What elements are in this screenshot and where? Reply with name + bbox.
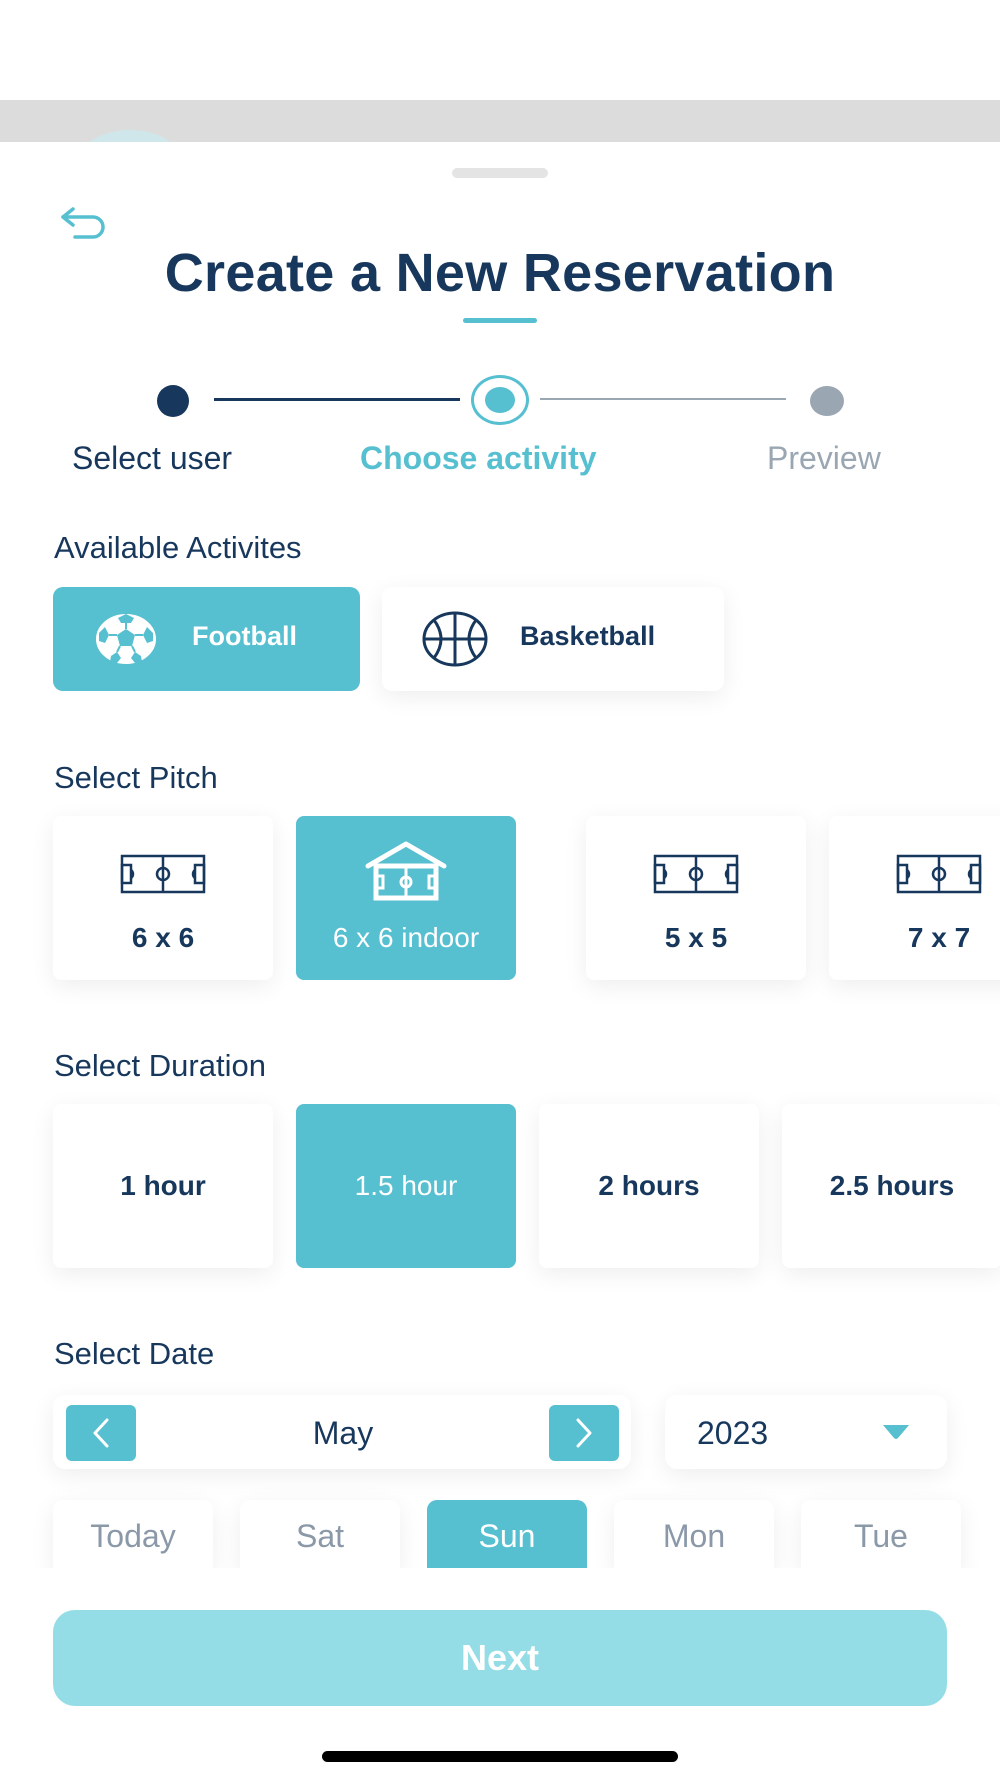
day-label: Today [90, 1517, 176, 1554]
stepper-line-upcoming [540, 398, 786, 400]
day-label: Sun [478, 1517, 536, 1554]
step-dot-preview[interactable] [810, 386, 844, 416]
step-label-select-user[interactable]: Select user [72, 440, 232, 477]
duration-option-2-hours[interactable]: 2 hours [539, 1104, 759, 1268]
duration-option-1-5-hour[interactable]: 1.5 hour [296, 1104, 516, 1268]
duration-label: 1 hour [120, 1170, 206, 1201]
year-label: 2023 [697, 1415, 769, 1451]
pitch-option-6x6-indoor[interactable]: 6 x 6 indoor [296, 816, 516, 980]
day-label: Mon [662, 1517, 726, 1554]
duration-label: 2.5 hours [829, 1170, 955, 1201]
pitch-label: 6 x 6 [131, 922, 195, 953]
indoor-pitch-icon [365, 841, 447, 901]
activity-label: Basketball [520, 621, 656, 651]
day-label: Tue [854, 1517, 908, 1554]
step-label-preview[interactable]: Preview [767, 440, 881, 477]
pitch-option-7x7[interactable]: 7 x 7 [829, 816, 1000, 980]
pitch-icon [653, 854, 739, 894]
duration-section-title: Select Duration [54, 1048, 266, 1083]
duration-label: 1.5 hour [354, 1170, 458, 1201]
home-indicator [322, 1751, 678, 1762]
chevron-left-icon [93, 1418, 109, 1448]
pitch-option-5x5[interactable]: 5 x 5 [586, 816, 806, 980]
duration-option-2-5-hours[interactable]: 2.5 hours [782, 1104, 1000, 1268]
stepper-line-completed [214, 398, 460, 401]
caret-down-icon [883, 1425, 909, 1439]
next-month-button[interactable] [549, 1405, 619, 1461]
month-selector: May [53, 1395, 631, 1469]
basketball-icon [422, 611, 488, 667]
next-button-label: Next [460, 1637, 540, 1678]
step-label-choose-activity[interactable]: Choose activity [360, 440, 597, 477]
background-view [0, 100, 1000, 145]
pitch-label: 7 x 7 [907, 922, 971, 953]
duration-option-1-hour[interactable]: 1 hour [53, 1104, 273, 1268]
back-button[interactable] [56, 200, 112, 246]
previous-month-button[interactable] [66, 1405, 136, 1461]
duration-label: 2 hours [598, 1170, 700, 1201]
page-title: Create a New Reservation [164, 243, 836, 303]
day-option-mon[interactable]: Mon [614, 1500, 774, 1572]
bottom-sheet: Create a New Reservation Select user Cho… [0, 142, 1000, 1778]
activity-football-button[interactable]: Football [53, 587, 360, 691]
year-dropdown[interactable]: 2023 [665, 1395, 947, 1469]
step-dot-select-user[interactable] [157, 385, 189, 417]
step-dot-current-fill [485, 387, 515, 413]
day-option-sun[interactable]: Sun [427, 1500, 587, 1572]
next-button[interactable]: Next [53, 1610, 947, 1706]
day-option-tue[interactable]: Tue [801, 1500, 961, 1572]
activities-section-title: Available Activites [54, 530, 302, 565]
day-label: Sat [295, 1517, 345, 1554]
title-underline [463, 318, 537, 323]
activity-label: Football [192, 621, 297, 651]
pitch-label: 6 x 6 indoor [332, 922, 480, 953]
activity-basketball-button[interactable]: Basketball [382, 587, 724, 691]
pitch-label: 5 x 5 [664, 922, 728, 953]
soccer-ball-icon [94, 612, 158, 666]
reservation-screen: Create a New Reservation Select user Cho… [0, 0, 1000, 1778]
month-label: May [312, 1415, 374, 1451]
pitch-option-6x6[interactable]: 6 x 6 [53, 816, 273, 980]
back-arrow-icon [61, 207, 105, 239]
chevron-right-icon [576, 1418, 592, 1448]
pitch-icon [896, 854, 982, 894]
pitch-icon [120, 854, 206, 894]
sheet-grabber[interactable] [452, 168, 548, 178]
date-section-title: Select Date [54, 1336, 215, 1371]
day-option-today[interactable]: Today [53, 1500, 213, 1572]
pitch-section-title: Select Pitch [54, 760, 218, 795]
day-option-sat[interactable]: Sat [240, 1500, 400, 1572]
